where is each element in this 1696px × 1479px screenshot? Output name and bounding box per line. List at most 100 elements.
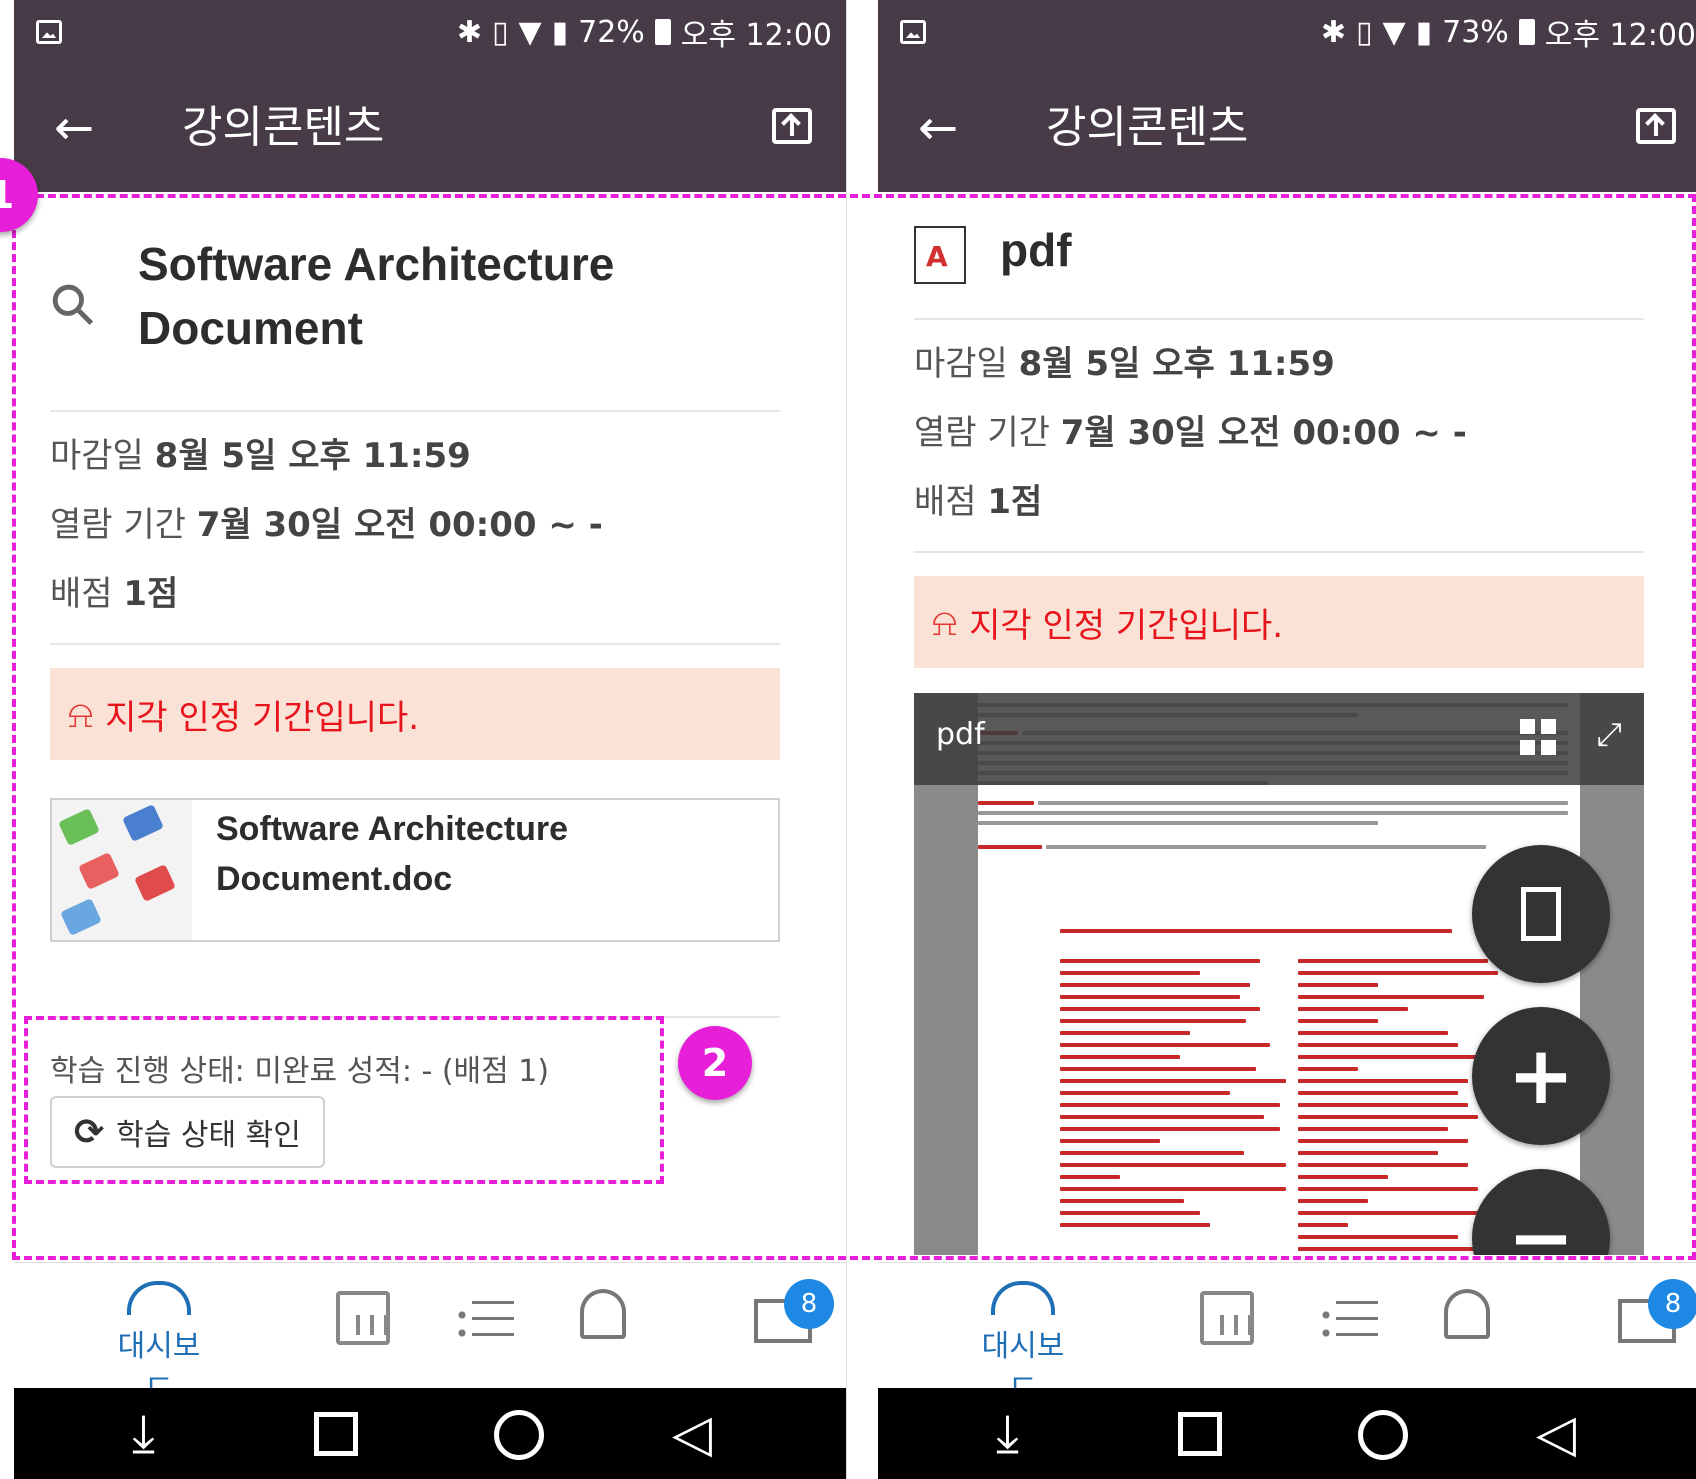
late-alert: ⍾ 지각 인정 기간입니다. <box>50 668 780 760</box>
dashboard-icon <box>991 1281 1055 1315</box>
vibrate-icon: ▯ <box>492 14 509 50</box>
view-period-value: 7월 30일 오전 00:00 ~ - <box>1060 413 1467 453</box>
score-label: 배점 <box>914 482 977 522</box>
nav-notifications[interactable] <box>1444 1289 1490 1339</box>
check-status-button[interactable]: ⟳ 학습 상태 확인 <box>50 1096 325 1168</box>
checklist-icon <box>458 1297 514 1341</box>
divider <box>914 318 1644 320</box>
fit-page-button[interactable] <box>1472 845 1610 983</box>
dashboard-icon <box>127 1281 191 1315</box>
score: 배점 1점 <box>914 482 1042 522</box>
score-label: 배점 <box>50 574 113 614</box>
refresh-icon: ⟳ <box>74 1111 105 1153</box>
view-period-value: 7월 30일 오전 00:00 ~ - <box>196 505 603 545</box>
bell-icon <box>1444 1289 1490 1339</box>
file-thumbnail <box>52 800 192 940</box>
divider <box>50 643 780 645</box>
recent-apps-icon[interactable] <box>1178 1412 1222 1456</box>
fullscreen-icon[interactable]: ⤢ <box>1596 715 1622 754</box>
status-time: 오후 12:00 <box>680 18 832 53</box>
mail-icon: 8 <box>754 1279 834 1343</box>
nav-notifications[interactable] <box>580 1289 626 1339</box>
pdf-viewer[interactable]: pdf ⤢ + − <box>914 693 1644 1255</box>
nav-todo[interactable] <box>1322 1297 1378 1341</box>
back-triangle-icon[interactable]: ◁ <box>1536 1406 1576 1462</box>
view-period: 열람 기간 7월 30일 오전 00:00 ~ - <box>914 413 1467 453</box>
open-external-icon[interactable] <box>772 108 812 144</box>
app-bar: ← 강의콘텐츠 <box>878 64 1696 192</box>
gallery-icon <box>900 20 926 44</box>
home-icon[interactable] <box>494 1410 544 1460</box>
nav-calendar[interactable] <box>1200 1291 1254 1345</box>
thumbnail-grid-icon[interactable] <box>1520 719 1556 755</box>
view-period-label: 열람 기간 <box>50 505 186 545</box>
view-period: 열람 기간 7월 30일 오전 00:00 ~ - <box>50 505 603 545</box>
paperclip-icon: ⚲ <box>35 267 111 343</box>
due-label: 마감일 <box>914 344 1008 384</box>
calendar-icon <box>336 1291 390 1345</box>
score-value: 1점 <box>987 482 1043 522</box>
check-status-label: 학습 상태 확인 <box>116 1118 301 1153</box>
wifi-icon: ▼ <box>1382 14 1406 50</box>
score: 배점 1점 <box>50 574 178 614</box>
due-label: 마감일 <box>50 436 144 476</box>
divider <box>50 410 780 412</box>
bottom-nav: 대시보드 8 <box>14 1262 846 1408</box>
battery-percent: 72% <box>578 14 645 50</box>
status-bar: ✱ ▯ ▼ ▮ 72% 오후 12:00 <box>14 0 846 64</box>
nav-calendar[interactable] <box>336 1291 390 1345</box>
system-nav-bar: ⤓ ◁ <box>14 1388 846 1479</box>
status-bar: ✱ ▯ ▼ ▮ 73% 오후 12:00 <box>878 0 1696 64</box>
phone-screen-right: ✱ ▯ ▼ ▮ 73% 오후 12:00 ← 강의콘텐츠 pdf 마감일 8월 … <box>878 0 1696 1479</box>
bottom-nav: 대시보드 8 <box>878 1262 1696 1408</box>
divider <box>914 551 1644 553</box>
back-arrow-icon[interactable]: ← <box>918 100 958 156</box>
status-indicators: ✱ ▯ ▼ ▮ 73% 오후 12:00 <box>1320 12 1696 54</box>
minus-icon: − <box>1507 1191 1575 1256</box>
content-area: ⚲ Software Architecture Document 마감일 8월 … <box>14 192 846 1301</box>
nav-inbox[interactable]: 8 <box>1618 1279 1696 1343</box>
status-indicators: ✱ ▯ ▼ ▮ 72% 오후 12:00 <box>456 12 832 54</box>
nav-todo[interactable] <box>458 1297 514 1341</box>
zoom-in-button[interactable]: + <box>1472 1007 1610 1145</box>
alarm-icon: ⍾ <box>68 691 94 736</box>
battery-percent: 73% <box>1442 14 1509 50</box>
pdf-viewer-toolbar: pdf ⤢ <box>914 693 1644 785</box>
mail-icon: 8 <box>1618 1279 1696 1343</box>
gallery-icon <box>36 20 62 44</box>
vibrate-icon: ▯ <box>1356 14 1373 50</box>
wifi-icon: ▼ <box>518 14 542 50</box>
back-arrow-icon[interactable]: ← <box>54 100 94 156</box>
nav-inbox[interactable]: 8 <box>754 1279 834 1343</box>
home-icon[interactable] <box>1358 1410 1408 1460</box>
system-nav-bar: ⤓ ◁ <box>878 1388 1696 1479</box>
due-date: 마감일 8월 5일 오후 11:59 <box>50 436 471 476</box>
notification-pull-icon[interactable]: ⤓ <box>996 1406 1019 1462</box>
notification-pull-icon[interactable]: ⤓ <box>132 1406 155 1462</box>
score-value: 1점 <box>123 574 179 614</box>
item-title: Software Architecture Document <box>138 238 615 354</box>
bell-icon <box>580 1289 626 1339</box>
item-header: ⚲ Software Architecture Document <box>36 232 658 360</box>
status-time: 오후 12:00 <box>1544 18 1696 53</box>
page-title: 강의콘텐츠 <box>1046 102 1249 153</box>
bluetooth-icon: ✱ <box>1320 14 1346 50</box>
view-period-label: 열람 기간 <box>914 413 1050 453</box>
item-title: pdf <box>1000 224 1072 276</box>
alert-text: 지각 인정 기간입니다. <box>969 605 1284 646</box>
unread-badge: 8 <box>1648 1279 1696 1329</box>
late-alert: ⍾ 지각 인정 기간입니다. <box>914 576 1644 668</box>
open-external-icon[interactable] <box>1636 108 1676 144</box>
bluetooth-icon: ✱ <box>456 14 482 50</box>
back-triangle-icon[interactable]: ◁ <box>672 1406 712 1462</box>
attachment-card[interactable]: Software Architecture Document.doc <box>50 798 780 942</box>
page-title: 강의콘텐츠 <box>182 102 385 153</box>
recent-apps-icon[interactable] <box>314 1412 358 1456</box>
phone-screen-left: ✱ ▯ ▼ ▮ 72% 오후 12:00 ← 강의콘텐츠 ⚲ Software … <box>14 0 847 1479</box>
alarm-icon: ⍾ <box>932 599 958 644</box>
battery-icon <box>654 19 671 45</box>
due-value: 8월 5일 오후 11:59 <box>1018 344 1335 384</box>
file-name[interactable]: Software Architecture Document.doc <box>216 804 756 904</box>
content-area: pdf 마감일 8월 5일 오후 11:59 열람 기간 7월 30일 오전 0… <box>878 192 1696 1301</box>
alert-text: 지각 인정 기간입니다. <box>105 697 420 738</box>
